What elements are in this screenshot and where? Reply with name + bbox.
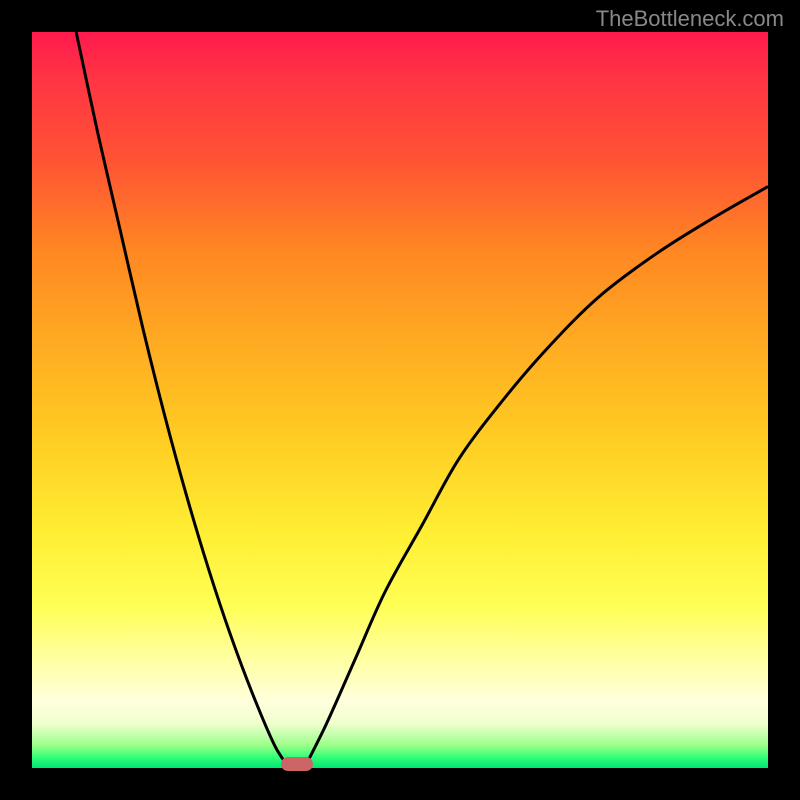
bottleneck-marker: [281, 757, 313, 771]
chart-frame: TheBottleneck.com: [0, 0, 800, 800]
right-curve: [304, 187, 768, 768]
watermark-text: TheBottleneck.com: [596, 6, 784, 32]
left-curve: [76, 32, 289, 768]
bottleneck-curves: [32, 32, 768, 768]
